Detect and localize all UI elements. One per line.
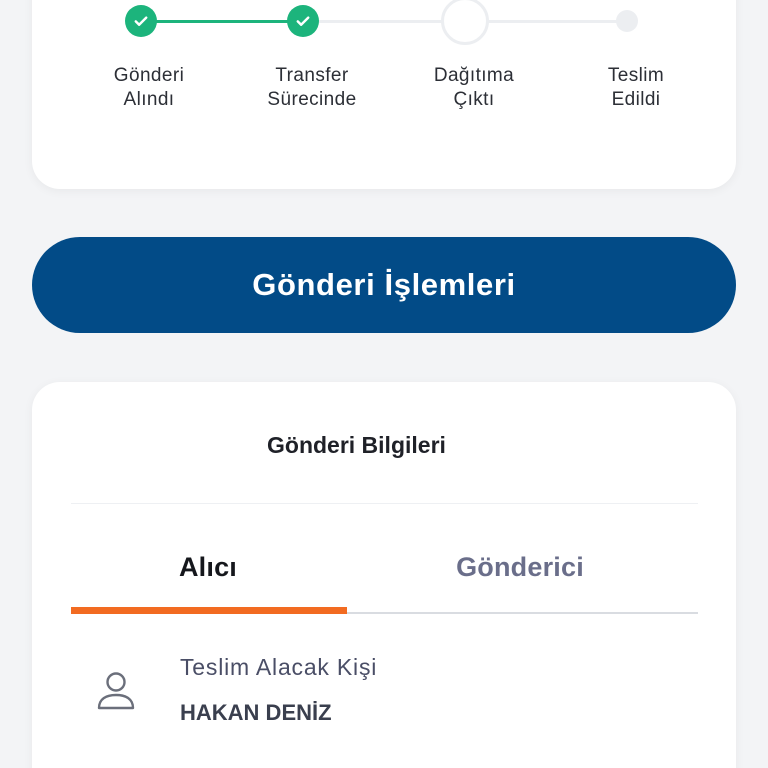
step-3-current-indicator bbox=[441, 0, 489, 45]
step-label-2: Transfer Sürecinde bbox=[267, 65, 357, 110]
shipment-tracking-screen: Gönderi Alındı Transfer Sürecinde Dağıtı… bbox=[0, 0, 768, 768]
active-tab-indicator bbox=[71, 607, 347, 614]
shipment-info-card: Gönderi Bilgileri Alıcı Gönderici Teslim… bbox=[32, 382, 736, 768]
progress-line-3 bbox=[465, 20, 627, 23]
step-label-1: Gönderi Alındı bbox=[113, 65, 185, 110]
progress-line-1 bbox=[141, 20, 303, 23]
tab-sender[interactable]: Gönderici bbox=[382, 552, 658, 583]
recipient-label: Teslim Alacak Kişi bbox=[180, 654, 378, 680]
step-label-3: Dağıtıma Çıktı bbox=[433, 65, 515, 110]
shipment-actions-button[interactable]: Gönderi İşlemleri bbox=[32, 237, 736, 333]
info-divider bbox=[71, 503, 698, 504]
step-1-check-icon bbox=[125, 5, 157, 37]
step-2-check-icon bbox=[287, 5, 319, 37]
recipient-name: HAKAN DENİZ bbox=[180, 700, 332, 725]
step-label-4: Teslim Edildi bbox=[607, 65, 665, 110]
tab-recipient[interactable]: Alıcı bbox=[70, 552, 346, 583]
shipment-info-title: Gönderi Bilgileri bbox=[267, 432, 446, 458]
person-icon bbox=[97, 672, 135, 710]
shipment-progress-card: Gönderi Alındı Transfer Sürecinde Dağıtı… bbox=[32, 0, 736, 189]
step-4-pending-indicator bbox=[616, 10, 638, 32]
